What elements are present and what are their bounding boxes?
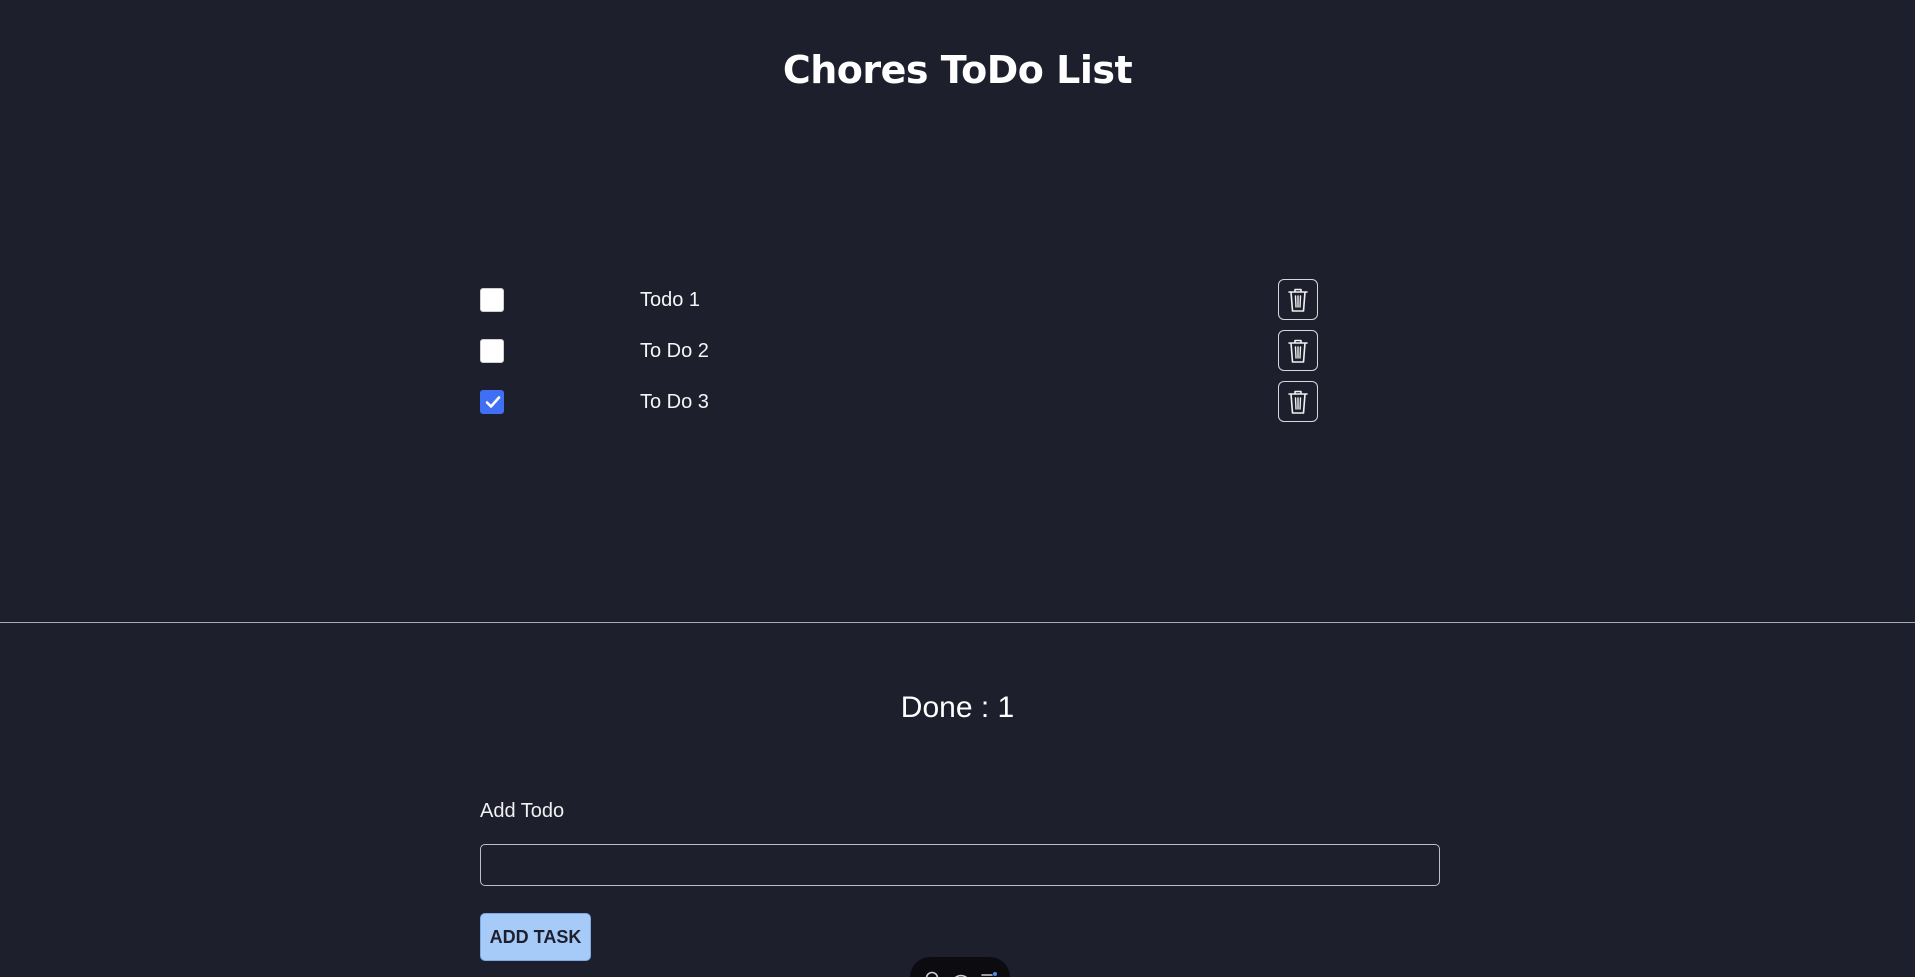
todo-checkbox[interactable] [480, 339, 504, 363]
add-task-button[interactable]: ADD TASK [480, 913, 591, 961]
trash-icon [1288, 288, 1308, 312]
search-icon[interactable] [924, 970, 942, 977]
delete-button[interactable] [1278, 279, 1318, 320]
todo-row: Todo 1 [480, 279, 1320, 330]
menu-icon[interactable] [980, 970, 998, 977]
todo-row: To Do 3 [480, 381, 1320, 432]
section-divider [0, 622, 1915, 623]
delete-button[interactable] [1278, 330, 1318, 371]
delete-button[interactable] [1278, 381, 1318, 422]
trash-icon [1288, 390, 1308, 414]
todo-label: Todo 1 [640, 289, 701, 311]
todo-row: To Do 2 [480, 330, 1320, 381]
add-todo-input[interactable] [480, 844, 1440, 886]
trash-icon [1288, 339, 1308, 363]
done-counter: Done : 1 [900, 691, 1015, 724]
todo-app: Chores ToDo List Todo 1 To Do 2 To Do 3 … [0, 0, 1915, 977]
todo-checkbox[interactable] [480, 390, 504, 414]
todo-label: To Do 2 [640, 340, 709, 362]
todo-label: To Do 3 [640, 391, 709, 413]
todo-list: Todo 1 To Do 2 To Do 3 [480, 279, 1320, 432]
checkmark-icon [485, 396, 501, 408]
add-todo-label: Add Todo [480, 800, 565, 822]
page-title: Chores ToDo List [782, 48, 1133, 92]
todo-checkbox[interactable] [480, 288, 504, 312]
eye-icon[interactable] [952, 970, 970, 977]
floating-toolbar [910, 957, 1010, 977]
